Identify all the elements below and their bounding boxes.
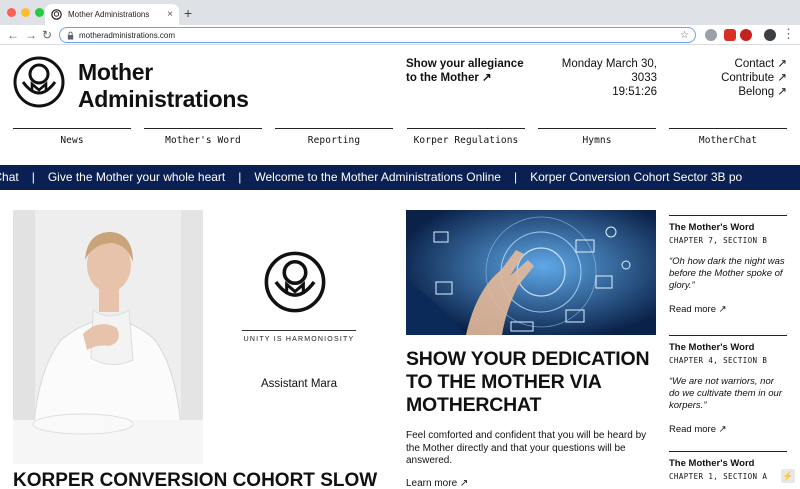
ticker-separator: | xyxy=(238,170,242,184)
nav-item-reporting[interactable]: Reporting xyxy=(275,128,393,150)
window-controls xyxy=(7,8,44,17)
site-title-line1: Mother xyxy=(78,59,153,85)
feature-headline[interactable]: KORPER CONVERSION COHORT SLOW xyxy=(13,470,393,487)
minimize-window-button[interactable] xyxy=(21,8,30,17)
sidebar-card[interactable]: The Mother's Word CHAPTER 1, SECTION A xyxy=(669,451,787,481)
clock-time: 19:51:26 xyxy=(612,86,657,98)
ticker-item: Korper Conversion Cohort Sector 3B po xyxy=(530,170,743,184)
url-text: motheradministrations.com xyxy=(79,30,176,40)
sidebar-card-chapter: CHAPTER 1, SECTION A xyxy=(669,472,768,481)
assistant-portrait-image[interactable] xyxy=(13,210,203,464)
read-more-link[interactable]: Read more ↗ xyxy=(669,424,787,435)
tab-title: Mother Administrations xyxy=(68,10,150,19)
new-tab-button[interactable]: + xyxy=(184,5,192,21)
browser-tab[interactable]: Mother Administrations × xyxy=(45,4,179,25)
ticker-separator: | xyxy=(31,170,35,184)
contact-link[interactable]: Contact ↗ xyxy=(690,57,787,71)
header-links: Contact ↗ Contribute ↗ Belong ↗ xyxy=(690,57,787,99)
belong-link[interactable]: Belong ↗ xyxy=(690,85,787,99)
ticker-separator: | xyxy=(513,170,518,184)
site-title[interactable]: Mother Administrations xyxy=(78,59,249,113)
allegiance-line2: to the Mother ↗ xyxy=(406,72,492,84)
mother-logo-icon[interactable] xyxy=(13,56,65,108)
sidebar-card-chapter: CHAPTER 4, SECTION B xyxy=(669,356,768,365)
extension-badge-icon[interactable] xyxy=(724,29,736,41)
profile-avatar-icon[interactable] xyxy=(764,29,776,41)
forward-icon[interactable]: → xyxy=(25,27,37,43)
sidebar-card[interactable]: The Mother's Word CHAPTER 4, SECTION B “… xyxy=(669,335,787,435)
date-line2: 3033 xyxy=(631,72,657,84)
contribute-link[interactable]: Contribute ↗ xyxy=(690,71,787,85)
address-bar[interactable]: motheradministrations.com ☆ xyxy=(59,27,696,43)
main-navigation: News Mother's Word Reporting Korper Regu… xyxy=(13,128,787,150)
date-line1: Monday March 30, xyxy=(561,58,657,70)
nav-item-korper-regulations[interactable]: Korper Regulations xyxy=(407,128,525,150)
site-favicon-icon xyxy=(51,9,62,20)
reload-icon[interactable]: ↻ xyxy=(42,27,52,43)
sidebar-card-title: The Mother's Word xyxy=(669,458,755,469)
back-icon[interactable]: ← xyxy=(7,27,19,43)
motherchat-article-image[interactable] xyxy=(406,210,656,335)
sidebar-card-quote: “We are not warriors, nor do we cultivat… xyxy=(669,376,783,411)
digital-interface-illustration xyxy=(406,210,656,335)
nav-item-mothers-word[interactable]: Mother's Word xyxy=(144,128,262,150)
divider xyxy=(242,330,356,331)
bookmark-star-icon[interactable]: ☆ xyxy=(680,30,689,41)
portrait-illustration xyxy=(13,210,203,464)
browser-toolbar: ← → ↻ motheradministrations.com ☆ ⋮ xyxy=(0,25,800,45)
browser-tab-bar: Mother Administrations × + xyxy=(0,0,800,25)
assistant-name: Assistant Mara xyxy=(260,378,338,390)
ticker-item: otherChat xyxy=(0,170,19,184)
sidebar-card[interactable]: The Mother's Word CHAPTER 7, SECTION B “… xyxy=(669,215,787,315)
sidebar-card-quote: “Oh how dark the night was before the Mo… xyxy=(669,256,785,291)
news-ticker: otherChat | Give the Mother your whole hea… xyxy=(0,165,800,190)
extension-icon[interactable] xyxy=(705,29,717,41)
nav-item-news[interactable]: News xyxy=(13,128,131,150)
mother-emblem-icon xyxy=(264,251,326,313)
assistant-promo-card[interactable]: UNITY IS HARMONIOSITY Assistant Mara xyxy=(203,210,389,464)
read-more-link[interactable]: Read more ↗ xyxy=(669,304,787,315)
sidebar-card-chapter: CHAPTER 7, SECTION B xyxy=(669,236,768,245)
browser-menu-icon[interactable]: ⋮ xyxy=(782,26,795,42)
close-window-button[interactable] xyxy=(7,8,16,17)
promo-motto: UNITY IS HARMONIOSITY xyxy=(243,336,355,343)
nav-item-hymns[interactable]: Hymns xyxy=(538,128,656,150)
article-title[interactable]: SHOW YOUR DEDICATION TO THE MOTHER VIA M… xyxy=(406,348,662,417)
ticker-track: otherChat | Give the Mother your whole hea… xyxy=(0,170,742,185)
ticker-item: Give the Mother your whole heart xyxy=(47,170,226,184)
tab-close-icon[interactable]: × xyxy=(167,9,173,20)
date-time-display: Monday March 30, 3033 19:51:26 xyxy=(545,57,657,99)
sidebar-card-title: The Mother's Word xyxy=(669,342,755,353)
nav-item-motherchat[interactable]: MotherChat xyxy=(669,128,787,150)
learn-more-link[interactable]: Learn more ↗ xyxy=(406,478,468,489)
ticker-item: Welcome to the Mother Administrations On… xyxy=(254,170,501,184)
sidebar-card-title: The Mother's Word xyxy=(669,222,755,233)
lightning-icon[interactable]: ⚡ xyxy=(781,469,795,483)
extension-shield-icon[interactable] xyxy=(740,29,752,41)
maximize-window-button[interactable] xyxy=(35,8,44,17)
allegiance-link[interactable]: Show your allegiance to the Mother ↗ xyxy=(406,57,536,85)
lock-icon xyxy=(67,31,74,40)
article-body: Feel comforted and confident that you wi… xyxy=(406,430,647,466)
allegiance-line1: Show your allegiance xyxy=(406,58,524,70)
site-title-line2: Administrations xyxy=(78,86,249,112)
